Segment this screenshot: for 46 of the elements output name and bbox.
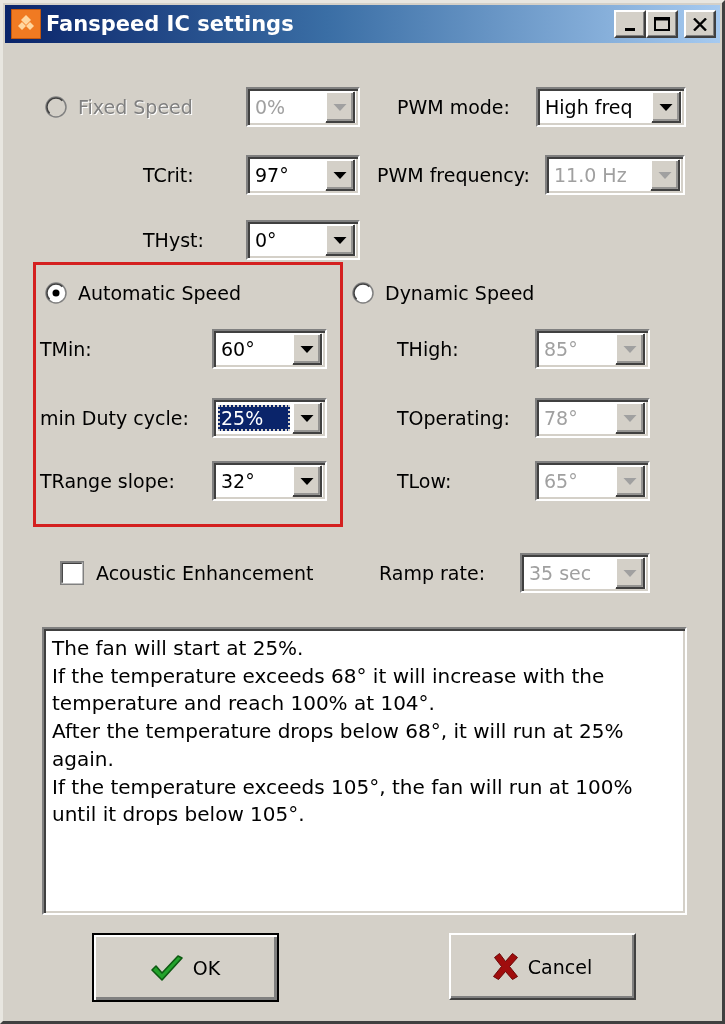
caret-icon xyxy=(650,159,680,191)
field-label: TOperating: xyxy=(397,407,510,429)
tmin-dropdown[interactable]: 60° xyxy=(212,329,327,369)
pwm-mode-dropdown[interactable]: High freq xyxy=(536,87,686,127)
acoustic-enhancement-checkbox[interactable]: Acoustic Enhancement xyxy=(60,561,314,585)
field-label: TMin: xyxy=(40,338,92,360)
speed-mode-radio[interactable]: Automatic Speed xyxy=(45,282,242,304)
field-label: Ramp rate: xyxy=(379,562,486,584)
field-label: min Duty cycle: xyxy=(40,407,189,429)
description-text: The fan will start at 25%. If the temperature exceeds 68° it will increase with the temperature and reach 100% at 104°. After the temperature drops below 68°, it will run at 25% again. If the temperature exceeds 105°, the fan will run at 100% until it drops below 105°. xyxy=(52,635,634,829)
caret-icon xyxy=(325,91,355,123)
minimize-button[interactable] xyxy=(614,10,646,38)
close-button[interactable] xyxy=(684,10,716,38)
field-label: PWM frequency: xyxy=(377,164,530,186)
duty-cycle-dropdown[interactable]: 25% xyxy=(212,398,327,438)
caret-icon xyxy=(615,557,645,589)
speed-mode-radio[interactable]: Dynamic Speed xyxy=(352,282,535,304)
caret-icon xyxy=(325,224,355,256)
window-title: Fanspeed IC settings xyxy=(46,12,295,36)
field-label: TRange slope: xyxy=(40,470,175,492)
app-icon xyxy=(11,9,41,39)
ok-button[interactable]: OK xyxy=(92,933,279,1002)
close-icon xyxy=(693,17,707,31)
field-label: TCrit: xyxy=(143,164,194,186)
field-label: TLow: xyxy=(397,470,452,492)
trange-slope-dropdown[interactable]: 32° xyxy=(212,461,327,501)
field-label: THyst: xyxy=(143,229,204,251)
caret-icon xyxy=(292,333,322,365)
caret-icon xyxy=(651,91,681,123)
maximize-button[interactable] xyxy=(646,10,678,38)
caret-icon xyxy=(615,402,645,434)
maximize-icon xyxy=(654,17,670,31)
field-label: THigh: xyxy=(397,338,459,360)
thyst-dropdown[interactable]: 0° xyxy=(246,220,360,260)
cancel-button[interactable]: Cancel xyxy=(449,933,636,1000)
caret-icon xyxy=(292,402,322,434)
caret-icon xyxy=(292,465,322,497)
caret-icon xyxy=(325,159,355,191)
cross-icon xyxy=(492,953,518,980)
minimize-icon xyxy=(625,28,635,31)
caret-icon xyxy=(615,465,645,497)
checkmark-icon xyxy=(150,954,183,981)
caret-icon xyxy=(615,333,645,365)
field-label: PWM mode: xyxy=(397,96,510,118)
description-field[interactable] xyxy=(42,627,687,915)
tcrit-dropdown[interactable]: 97° xyxy=(246,155,360,195)
